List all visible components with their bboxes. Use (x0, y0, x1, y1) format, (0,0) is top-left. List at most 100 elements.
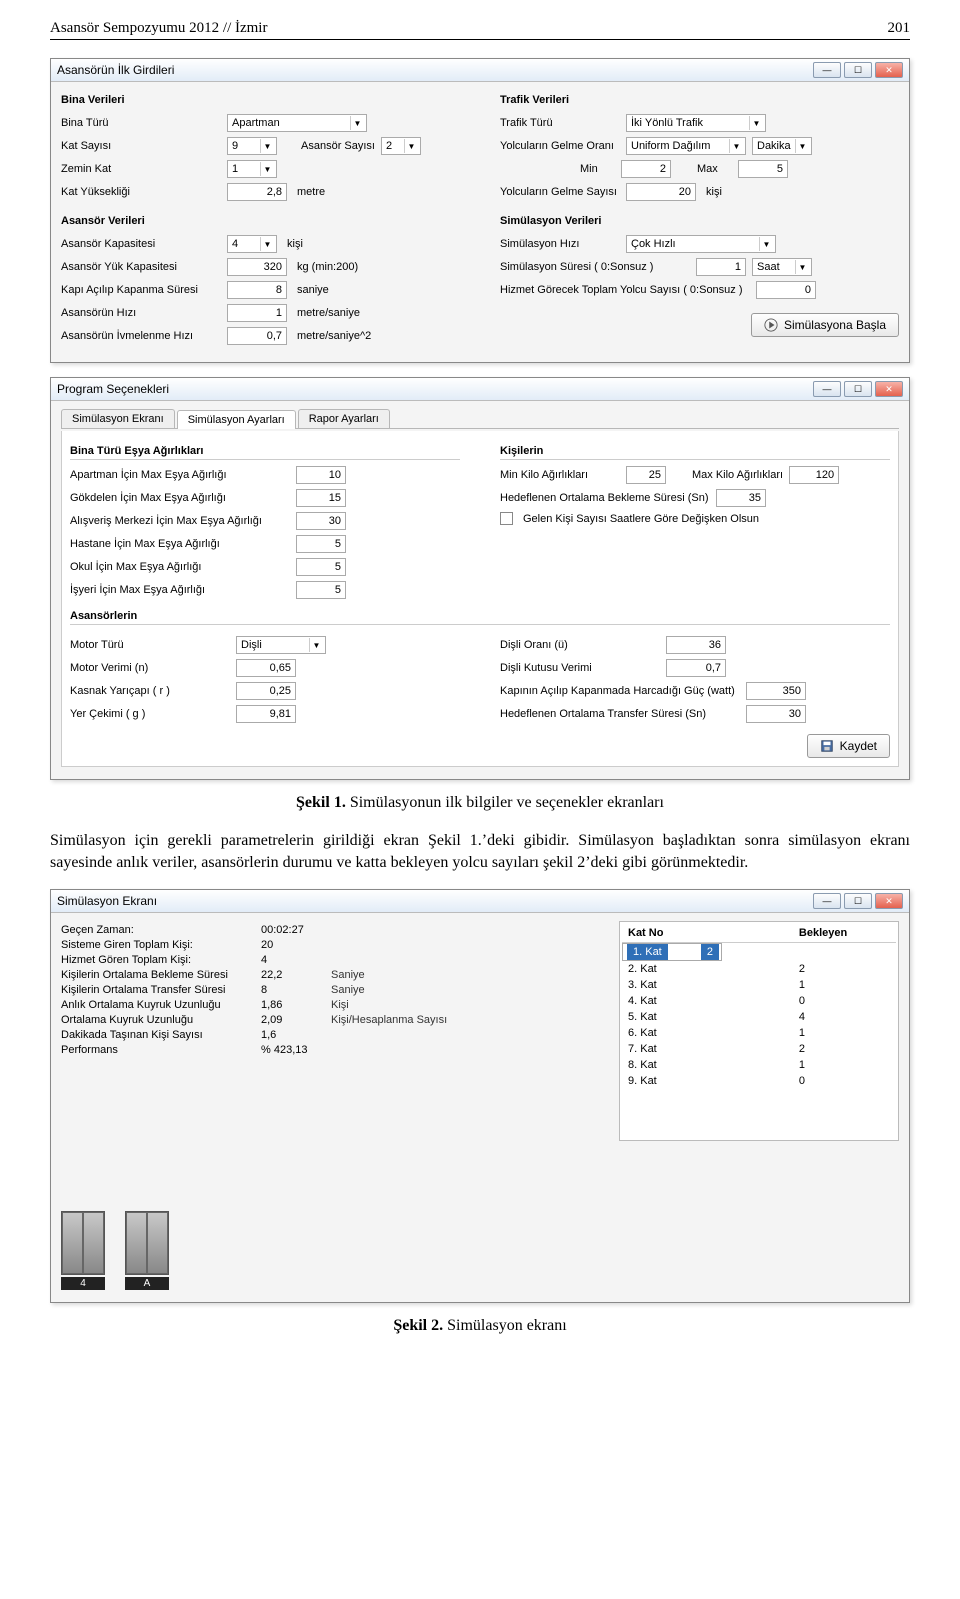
select-sim-sure-unit[interactable]: Saat▼ (752, 258, 812, 276)
input-yer[interactable] (236, 705, 296, 723)
table-row[interactable]: 5. Kat4 (622, 1009, 896, 1025)
input-agirlik[interactable] (296, 581, 346, 599)
table-row[interactable]: 3. Kat1 (622, 977, 896, 993)
tabs: Simülasyon Ekranı Simülasyon Ayarları Ra… (61, 409, 899, 429)
window-title: Simülasyon Ekranı (57, 894, 813, 908)
minimize-button[interactable]: — (813, 381, 841, 397)
input-max-kilo[interactable] (789, 466, 839, 484)
tab-sim-ekrani[interactable]: Simülasyon Ekranı (61, 409, 175, 428)
select-motor-turu[interactable]: Dişli▼ (236, 636, 326, 654)
window-sim-ekrani: Simülasyon Ekranı — ☐ ✕ Geçen Zaman:00:0… (50, 889, 910, 1303)
checkbox-saatlere-gore[interactable] (500, 512, 513, 525)
elevator-floor-indicator: A (125, 1277, 169, 1290)
select-gelme[interactable]: Uniform Dağılım▼ (626, 137, 746, 155)
maximize-button[interactable]: ☐ (844, 381, 872, 397)
stat-row: Ortalama Kuyruk Uzunluğu2,09Kişi/Hesapla… (61, 1014, 579, 1026)
input-transfer[interactable] (746, 705, 806, 723)
label-agirlik: Gökdelen İçin Max Eşya Ağırlığı (70, 492, 290, 504)
select-trafik-turu[interactable]: İki Yönlü Trafik▼ (626, 114, 766, 132)
table-row[interactable]: 1. Kat2 (622, 943, 722, 961)
input-disli-orani[interactable] (666, 636, 726, 654)
stat-row: Anlık Ortalama Kuyruk Uzunluğu1,86Kişi (61, 999, 579, 1011)
label-checkbox: Gelen Kişi Sayısı Saatlere Göre Değişken… (523, 513, 759, 525)
label-hedef-bekleme: Hedeflenen Ortalama Bekleme Süresi (Sn) (500, 492, 710, 504)
input-agirlik[interactable] (296, 535, 346, 553)
input-kat-yuk[interactable] (227, 183, 287, 201)
col-kat-no: Kat No (622, 924, 793, 943)
input-min[interactable] (621, 160, 671, 178)
label-sim-hiz: Simülasyon Hızı (500, 238, 620, 250)
start-simulation-button[interactable]: Simülasyona Başla (751, 313, 899, 337)
elevator-floor-indicator: 4 (61, 1277, 105, 1290)
input-sim-yolcu[interactable] (756, 281, 816, 299)
label-ivme: Asansörün İvmelenme Hızı (61, 330, 221, 342)
table-row[interactable]: 8. Kat1 (622, 1057, 896, 1073)
input-hiz[interactable] (227, 304, 287, 322)
chevron-down-icon: ▼ (795, 260, 809, 274)
table-row[interactable]: 7. Kat2 (622, 1041, 896, 1057)
input-kutu[interactable] (666, 659, 726, 677)
table-row[interactable]: 6. Kat1 (622, 1025, 896, 1041)
select-zemin-kat[interactable]: 1▼ (227, 160, 277, 178)
unit-kisi: kişi (287, 238, 303, 250)
input-kapi-sure[interactable] (227, 281, 287, 299)
section-asansor: Asansör Verileri (61, 215, 460, 227)
label-gelme-sayi: Yolcuların Gelme Sayısı (500, 186, 620, 198)
label-motor-verimi: Motor Verimi (n) (70, 662, 230, 674)
label-max-kilo: Max Kilo Ağırlıkları (692, 469, 783, 481)
input-kasnak[interactable] (236, 682, 296, 700)
table-row[interactable]: 2. Kat2 (622, 961, 896, 977)
input-agirlik[interactable] (296, 466, 346, 484)
group-asansorlerin: Asansörlerin (70, 610, 890, 625)
table-row[interactable]: 4. Kat0 (622, 993, 896, 1009)
unit-kg: kg (min:200) (297, 261, 358, 273)
maximize-button[interactable]: ☐ (844, 62, 872, 78)
maximize-button[interactable]: ☐ (844, 893, 872, 909)
input-ivme[interactable] (227, 327, 287, 345)
chevron-down-icon: ▼ (260, 162, 274, 176)
close-button[interactable]: ✕ (875, 893, 903, 909)
close-button[interactable]: ✕ (875, 62, 903, 78)
label-yer: Yer Çekimi ( g ) (70, 708, 230, 720)
tab-rapor[interactable]: Rapor Ayarları (298, 409, 390, 428)
section-sim: Simülasyon Verileri (500, 215, 899, 227)
label-kapi-sure: Kapı Açılıp Kapanma Süresi (61, 284, 221, 296)
input-kapi-guc[interactable] (746, 682, 806, 700)
label-trafik-turu: Trafik Türü (500, 117, 620, 129)
stat-row: Performans% 423,13 (61, 1044, 579, 1056)
input-max[interactable] (738, 160, 788, 178)
figure-2-caption: Şekil 2. Simülasyon ekranı (50, 1317, 910, 1335)
input-hedef-bekleme[interactable] (716, 489, 766, 507)
stat-row: Hizmet Gören Toplam Kişi:4 (61, 954, 579, 966)
select-kat-sayisi[interactable]: 9▼ (227, 137, 277, 155)
input-yuk[interactable] (227, 258, 287, 276)
minimize-button[interactable]: — (813, 62, 841, 78)
stat-row: Kişilerin Ortalama Transfer Süresi8Saniy… (61, 984, 579, 996)
titlebar: Asansörün İlk Girdileri — ☐ ✕ (51, 59, 909, 82)
select-kapasite[interactable]: 4▼ (227, 235, 277, 253)
chevron-down-icon: ▼ (260, 237, 274, 251)
select-gelme-unit[interactable]: Dakika▼ (752, 137, 812, 155)
stat-row: Sisteme Giren Toplam Kişi:20 (61, 939, 579, 951)
save-button[interactable]: Kaydet (807, 734, 890, 758)
tab-sim-ayarlari[interactable]: Simülasyon Ayarları (177, 410, 296, 429)
input-sim-sure[interactable] (696, 258, 746, 276)
figure-1-caption: Şekil 1. Simülasyonun ilk bilgiler ve se… (50, 794, 910, 812)
close-button[interactable]: ✕ (875, 381, 903, 397)
select-sim-hiz[interactable]: Çok Hızlı▼ (626, 235, 776, 253)
unit-metre: metre (297, 186, 325, 198)
label-hiz: Asansörün Hızı (61, 307, 221, 319)
input-min-kilo[interactable] (626, 466, 666, 484)
minimize-button[interactable]: — (813, 893, 841, 909)
input-agirlik[interactable] (296, 558, 346, 576)
select-asansor-sayisi[interactable]: 2▼ (381, 137, 421, 155)
label-max: Max (697, 163, 732, 175)
select-bina-turu[interactable]: Apartman▼ (227, 114, 367, 132)
input-gelme-sayi[interactable] (626, 183, 696, 201)
input-motor-verimi[interactable] (236, 659, 296, 677)
floor-table-container: Kat No Bekleyen 1. Kat22. Kat23. Kat14. … (619, 921, 899, 1141)
input-agirlik[interactable] (296, 512, 346, 530)
input-agirlik[interactable] (296, 489, 346, 507)
table-row[interactable]: 9. Kat0 (622, 1073, 896, 1089)
chevron-down-icon: ▼ (759, 237, 773, 251)
